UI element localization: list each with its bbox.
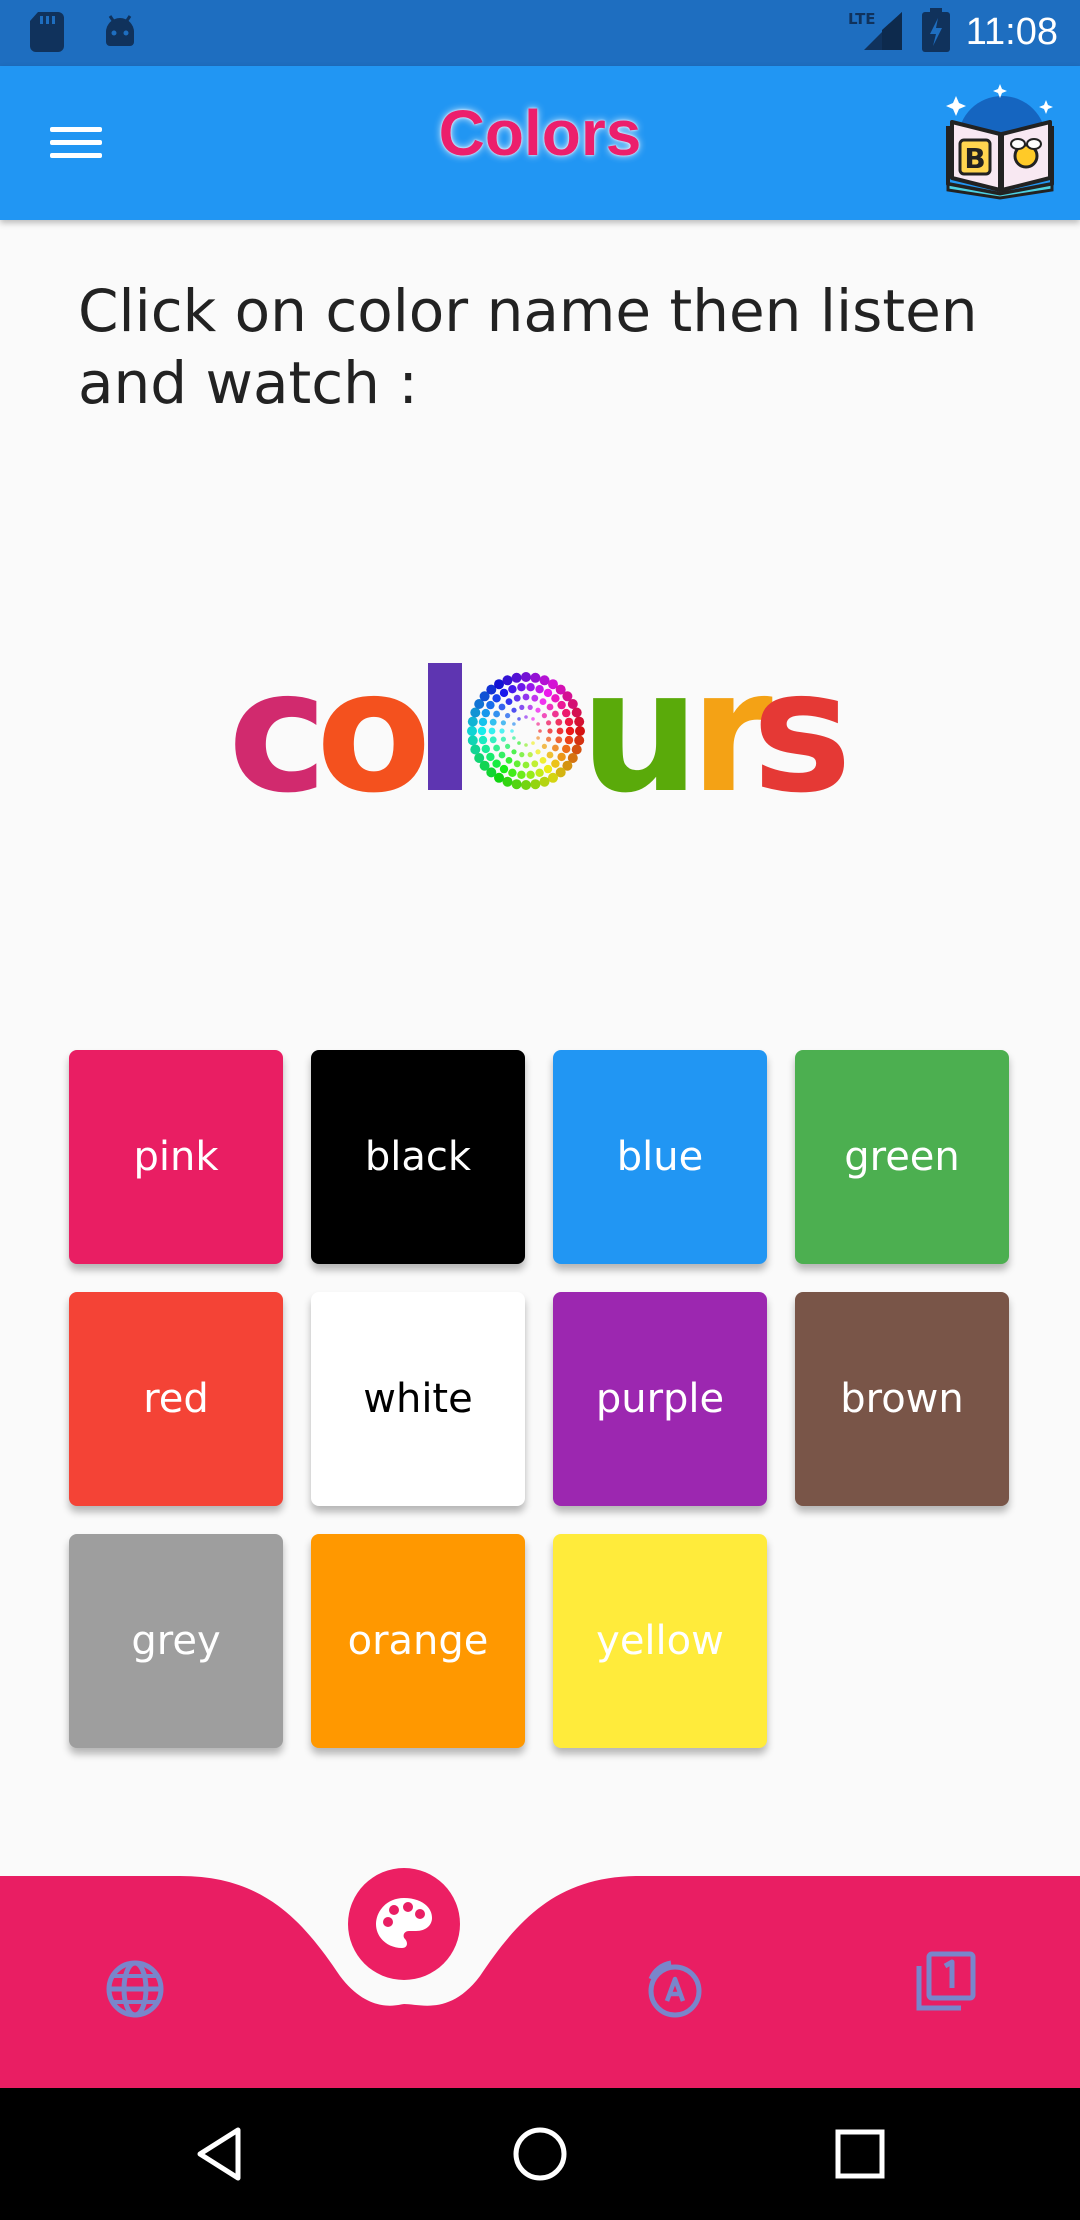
color-tile-purple[interactable]: purple: [553, 1292, 767, 1506]
alphabet-icon: [648, 1960, 702, 2018]
system-navigation-bar: [0, 2088, 1080, 2220]
nav-palette[interactable]: [348, 1868, 460, 1980]
instructions-text: Click on color name then listen and watc…: [78, 277, 978, 417]
battery-charging-icon: [921, 8, 950, 56]
android-icon: [102, 14, 138, 54]
svg-text:LTE: LTE: [848, 10, 876, 28]
globe-icon: [106, 1960, 164, 2018]
color-tile-yellow[interactable]: yellow: [553, 1534, 767, 1748]
sd-card-icon: [30, 12, 64, 56]
logo-letter-c: c: [228, 655, 328, 805]
logo-letter-u: u: [580, 655, 700, 805]
page-title: Colors: [438, 97, 642, 169]
app-bar: Colors B: [0, 66, 1080, 220]
colours-logo: c o u r s: [228, 655, 848, 805]
color-tile-pink[interactable]: pink: [69, 1050, 283, 1264]
svg-text:B: B: [964, 142, 985, 175]
nav-alphabet[interactable]: [635, 1949, 715, 2029]
book-logo-icon: B: [942, 82, 1060, 200]
color-tile-blue[interactable]: blue: [553, 1050, 767, 1264]
nav-numbers[interactable]: [905, 1946, 985, 2026]
color-wheel-icon: [467, 672, 585, 790]
nav-globe[interactable]: [95, 1949, 175, 2029]
logo-letter-o: o: [316, 655, 431, 805]
color-tile-black[interactable]: black: [311, 1050, 525, 1264]
color-tile-orange[interactable]: orange: [311, 1534, 525, 1748]
bottom-navigation: [0, 1868, 1080, 2088]
color-tile-grey[interactable]: grey: [69, 1534, 283, 1748]
home-icon[interactable]: [510, 2124, 570, 2184]
logo-letter-s: s: [752, 655, 848, 805]
color-tile-white[interactable]: white: [311, 1292, 525, 1506]
recents-icon[interactable]: [830, 2124, 890, 2184]
numbers-icon: [916, 1951, 976, 2011]
palette-icon: [376, 1898, 432, 1948]
color-tile-green[interactable]: green: [795, 1050, 1009, 1264]
color-tile-red[interactable]: red: [69, 1292, 283, 1506]
status-bar: LTE 11:08: [0, 0, 1080, 66]
color-grid: pink black blue green red white purple brown gre…: [69, 1050, 1019, 1748]
logo-letter-l: [428, 663, 462, 790]
color-tile-brown[interactable]: brown: [795, 1292, 1009, 1506]
status-time: 11:08: [965, 10, 1058, 53]
back-icon[interactable]: [190, 2124, 250, 2184]
lte-signal-icon: LTE: [846, 8, 906, 56]
